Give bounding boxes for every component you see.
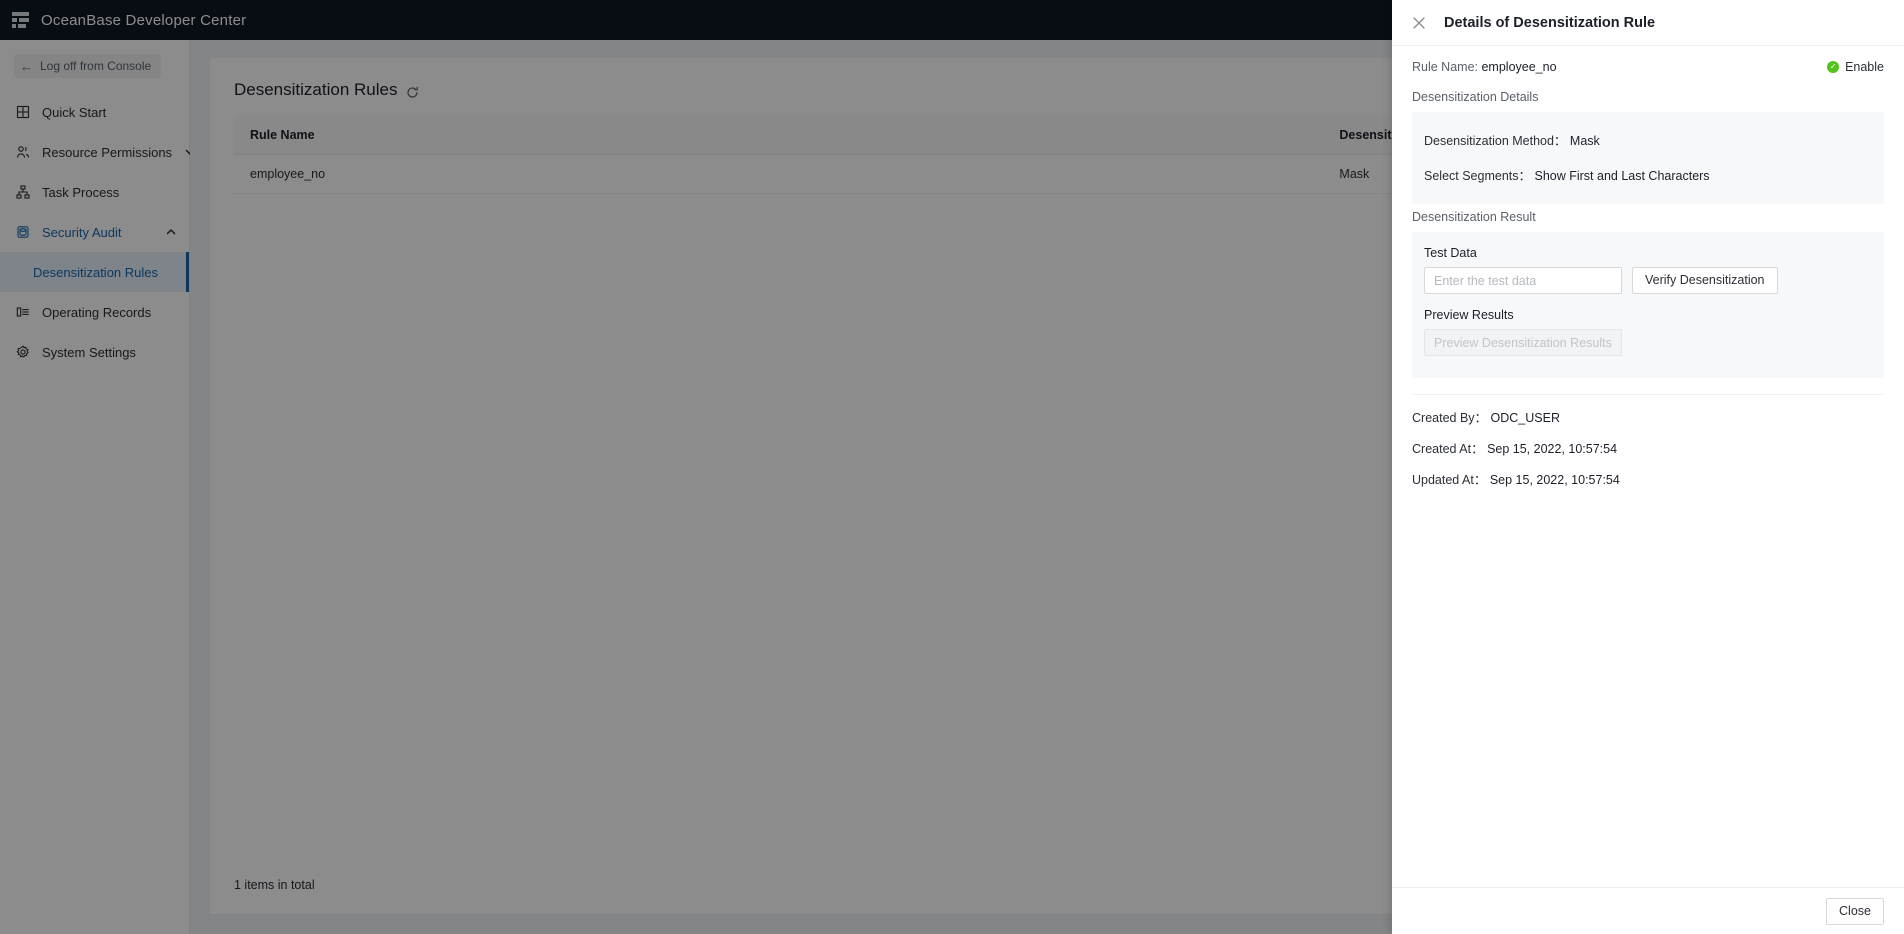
- drawer-body: Rule Name: employee_no ✓ Enable Desensit…: [1392, 46, 1904, 887]
- status-badge: ✓ Enable: [1827, 60, 1884, 74]
- verify-desensitization-button[interactable]: Verify Desensitization: [1632, 267, 1778, 294]
- close-icon[interactable]: [1412, 16, 1426, 30]
- app-root: OceanBase Developer Center ← Log off fro…: [0, 0, 1904, 934]
- desensitization-rule-details-drawer: Details of Desensitization Rule Rule Nam…: [1392, 0, 1904, 934]
- drawer-header: Details of Desensitization Rule: [1392, 0, 1904, 46]
- meta-row-updated-at: Updated At： Sep 15, 2022, 10:57:54: [1412, 457, 1884, 488]
- rule-name-label: Rule Name:: [1412, 60, 1478, 74]
- result-panel: Test Data Verify Desensitization Preview…: [1412, 232, 1884, 378]
- meta-label: Created By：: [1412, 411, 1488, 425]
- preview-results-field: Preview Desensitization Results: [1424, 329, 1622, 356]
- meta-label: Updated At：: [1412, 473, 1487, 487]
- detail-value: Mask: [1569, 134, 1600, 148]
- detail-row-desensitization-method: Desensitization Method： Mask: [1412, 122, 1884, 157]
- meta-value: Sep 15, 2022, 10:57:54: [1487, 442, 1618, 456]
- meta-row-created-by: Created By： ODC_USER: [1412, 395, 1884, 426]
- meta-label: Created At：: [1412, 442, 1484, 456]
- details-section-label: Desensitization Details: [1412, 90, 1539, 104]
- preview-results-label: Preview Results: [1424, 308, 1514, 322]
- drawer-title: Details of Desensitization Rule: [1444, 14, 1656, 31]
- test-data-input[interactable]: [1424, 267, 1622, 294]
- status-label: Enable: [1845, 60, 1884, 74]
- meta-value: Sep 15, 2022, 10:57:54: [1489, 473, 1620, 487]
- detail-row-select-segments: Select Segments： Show First and Last Cha…: [1412, 157, 1884, 192]
- test-data-label: Test Data: [1424, 246, 1477, 260]
- modal-overlay[interactable]: [0, 0, 1392, 934]
- test-data-row: Verify Desensitization: [1424, 267, 1872, 294]
- detail-label: Desensitization Method：: [1424, 134, 1567, 148]
- details-panel: Desensitization Method： Mask Select Segm…: [1412, 112, 1884, 204]
- check-circle-icon: ✓: [1827, 61, 1840, 73]
- rule-name-value: employee_no: [1481, 60, 1557, 74]
- meta-row-created-at: Created At： Sep 15, 2022, 10:57:54: [1412, 426, 1884, 457]
- detail-label: Select Segments：: [1424, 169, 1531, 183]
- meta-value: ODC_USER: [1490, 411, 1560, 425]
- drawer-footer: Close: [1392, 887, 1904, 934]
- preview-results-placeholder: Preview Desensitization Results: [1434, 335, 1612, 350]
- detail-value: Show First and Last Characters: [1534, 169, 1710, 183]
- result-section-label: Desensitization Result: [1412, 210, 1536, 224]
- rule-name-row: Rule Name: employee_no ✓ Enable: [1412, 46, 1884, 84]
- close-button[interactable]: Close: [1826, 897, 1884, 925]
